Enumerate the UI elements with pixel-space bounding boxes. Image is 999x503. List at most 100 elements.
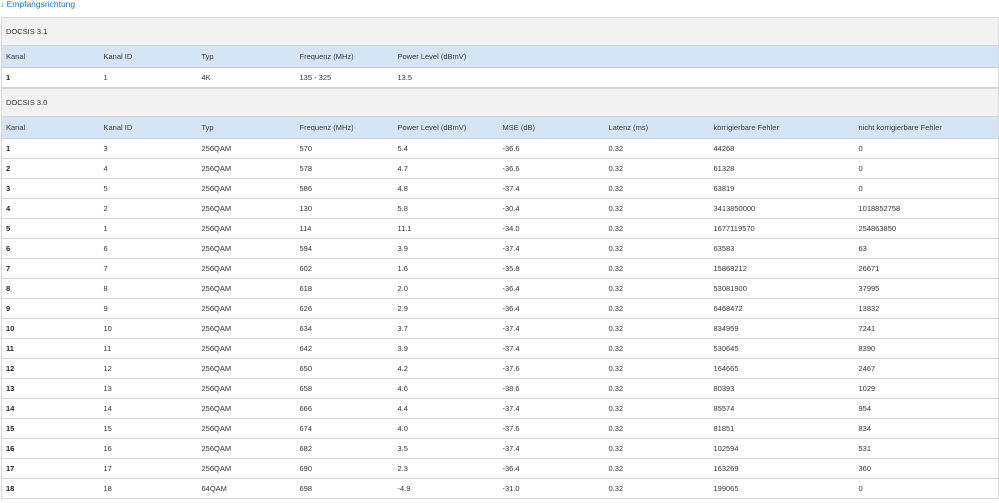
table-cell: 135 - 325: [295, 67, 394, 88]
table-cell: [709, 67, 855, 88]
table-cell: 0.32: [604, 458, 710, 479]
table-cell: 834: [854, 418, 999, 439]
table-cell: 0.32: [604, 178, 710, 199]
table-cell: 256QAM: [197, 338, 296, 359]
table-cell: 0: [854, 138, 999, 159]
table-cell: -37.6: [498, 418, 605, 439]
table-cell: 256QAM: [197, 138, 296, 159]
table-cell: 9: [99, 298, 198, 319]
table-cell: 0: [854, 178, 999, 199]
table-cell: 13.5: [393, 67, 499, 88]
table-cell: 85574: [709, 398, 855, 419]
table-cell: 4: [1, 198, 100, 219]
table-cell: 690: [295, 458, 394, 479]
table-row: 1 3 256QAM 570 5.4 -36.6 0.32 44268 0: [1, 138, 999, 159]
table-cell: 1029: [854, 378, 999, 399]
table-cell: 63583: [709, 238, 855, 259]
column-header: [709, 45, 855, 68]
docsis31-body: 1 1 4K 135 - 325 13.5: [1, 67, 999, 88]
table-cell: -30.4: [498, 198, 605, 219]
table-row: 3 5 256QAM 586 4.8 -37.4 0.32 63819 0: [1, 178, 999, 199]
table-cell: 1: [99, 218, 198, 239]
table-cell: 5: [99, 178, 198, 199]
table-cell: 0.32: [604, 438, 710, 459]
column-header: Kanal: [1, 116, 100, 139]
table-cell: 3.5: [393, 438, 499, 459]
table-cell: 256QAM: [197, 398, 296, 419]
table-cell: 63819: [709, 178, 855, 199]
table-cell: 12: [1, 358, 100, 379]
table-cell: 256QAM: [197, 418, 296, 439]
table-cell: 1: [1, 67, 100, 88]
column-header: Kanal ID: [99, 116, 198, 139]
table-cell: 698: [295, 478, 394, 499]
column-header: Latenz (ms): [604, 116, 710, 139]
table-cell: 199065: [709, 478, 855, 499]
empfangsrichtung-link[interactable]: ↓ Empfangsrichtung: [0, 0, 75, 9]
table-cell: 0.32: [604, 158, 710, 179]
table-cell: 0.32: [604, 478, 710, 499]
table-cell: -37.4: [498, 398, 605, 419]
table-cell: 256QAM: [197, 218, 296, 239]
table-cell: -4.9: [393, 478, 499, 499]
table-cell: 64QAM: [197, 478, 296, 499]
table-cell: 164665: [709, 358, 855, 379]
table-cell: 7: [99, 258, 198, 279]
table-cell: -31.0: [498, 478, 605, 499]
table-cell: 0.32: [604, 238, 710, 259]
column-header: Power Level (dBmV): [393, 45, 499, 68]
table-cell: 4.4: [393, 398, 499, 419]
table-cell: 10: [1, 318, 100, 339]
table-cell: 10: [99, 318, 198, 339]
table-cell: 53081900: [709, 278, 855, 299]
table-cell: 3: [99, 138, 198, 159]
table-cell: 594: [295, 238, 394, 259]
table-cell: 2: [1, 158, 100, 179]
column-header: korrigierbare Fehler: [709, 116, 855, 139]
table-cell: 256QAM: [197, 278, 296, 299]
column-header: MSE (dB): [498, 116, 605, 139]
table-cell: 8: [1, 278, 100, 299]
column-header: [498, 45, 605, 68]
table-cell: 14: [99, 398, 198, 419]
table-cell: -35.8: [498, 258, 605, 279]
column-header: Typ: [197, 116, 296, 139]
table-cell: 3.9: [393, 338, 499, 359]
table-cell: -37.4: [498, 318, 605, 339]
table-cell: 13: [1, 378, 100, 399]
table-cell: 834959: [709, 318, 855, 339]
table-cell: 1.6: [393, 258, 499, 279]
table-cell: 642: [295, 338, 394, 359]
docsis30-body: 1 3 256QAM 570 5.4 -36.6 0.32 44268 0 2 4 256QAM 578…: [1, 138, 999, 499]
table-cell: 256QAM: [197, 158, 296, 179]
table-cell: 666: [295, 398, 394, 419]
table-row: 5 1 256QAM 114 11.1 -34.0 0.32 1677119570 254863…: [1, 218, 999, 239]
table-cell: 12: [99, 358, 198, 379]
column-header: Kanal ID: [99, 45, 198, 68]
table-cell: 650: [295, 358, 394, 379]
table-cell: 15: [1, 418, 100, 439]
column-header: nicht korrigierbare Fehler: [854, 116, 999, 139]
table-cell: 530645: [709, 338, 855, 359]
table-row: 17 17 256QAM 690 2.3 -36.4 0.32 163269 360: [1, 458, 999, 479]
table-cell: 3.7: [393, 318, 499, 339]
table-cell: 256QAM: [197, 298, 296, 319]
table-cell: 4.7: [393, 158, 499, 179]
table-cell: 682: [295, 438, 394, 459]
table-row: 1 1 4K 135 - 325 13.5: [1, 67, 999, 88]
table-row: 6 6 256QAM 594 3.9 -37.4 0.32 63583 63: [1, 238, 999, 259]
table-cell: 13832: [854, 298, 999, 319]
table-cell: 602: [295, 258, 394, 279]
table-row: 9 9 256QAM 626 2.9 -36.4 0.32 6468472 13832: [1, 298, 999, 319]
table-row: 11 11 256QAM 642 3.9 -37.4 0.32 530645 8390: [1, 338, 999, 359]
table-cell: 4: [99, 158, 198, 179]
table-cell: 7: [1, 258, 100, 279]
docsis31-title: DOCSIS 3.1: [1, 17, 999, 46]
table-cell: 4.2: [393, 358, 499, 379]
table-cell: 37995: [854, 278, 999, 299]
table-cell: 6: [99, 238, 198, 259]
table-row: 10 10 256QAM 634 3.7 -37.4 0.32 834959 7241: [1, 318, 999, 339]
table-cell: 8: [99, 278, 198, 299]
table-cell: 531: [854, 438, 999, 459]
table-row: 7 7 256QAM 602 1.6 -35.8 0.32 15868212 26671: [1, 258, 999, 279]
